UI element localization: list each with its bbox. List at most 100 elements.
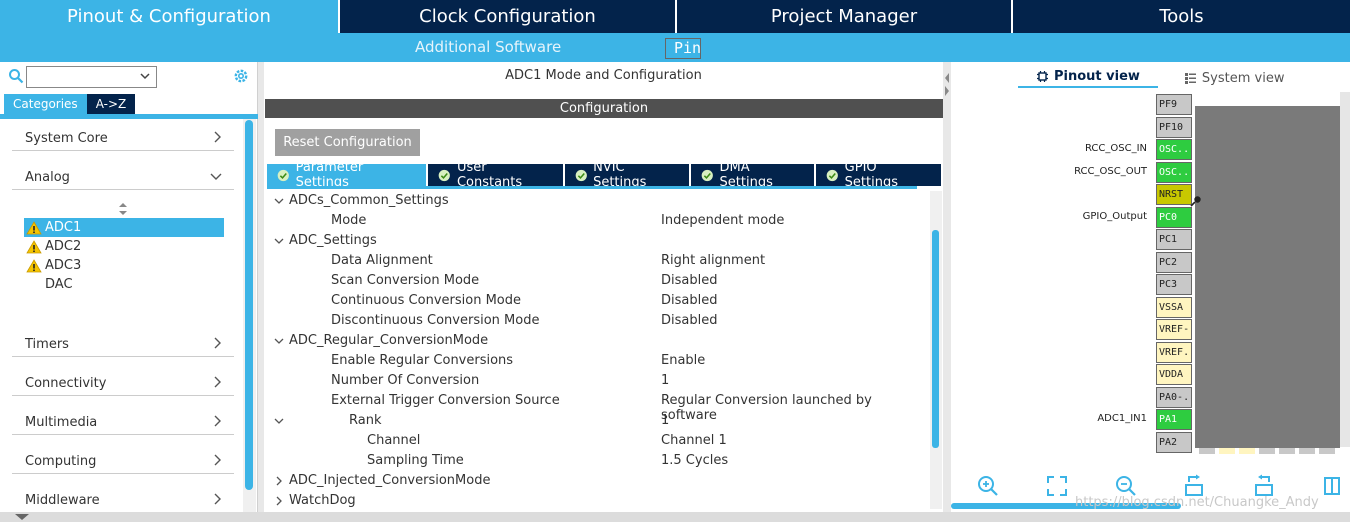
analog-item-dac[interactable]: DAC (24, 275, 224, 294)
parameter-row[interactable]: ADC_Regular_ConversionMode (264, 331, 929, 351)
pin-signal-label: RCC_OSC_OUT (1074, 165, 1147, 177)
category-middleware[interactable]: Middleware (12, 487, 234, 513)
parameter-row[interactable]: Mode Independent mode (264, 211, 929, 231)
pin-vref[interactable]: VREF- (1156, 319, 1192, 340)
collapse-down-icon[interactable] (14, 513, 30, 521)
search-input[interactable] (26, 66, 157, 88)
parameter-row[interactable]: Scan Conversion Mode Disabled (264, 271, 929, 291)
pin-pa0[interactable]: PA0-... (1156, 386, 1192, 408)
collapse-right-icon[interactable] (944, 85, 950, 97)
category-multimedia[interactable]: Multimedia (12, 409, 234, 435)
chevron-down-icon[interactable] (274, 236, 284, 246)
parameter-value[interactable]: Channel 1 (661, 433, 727, 448)
parameter-row[interactable]: Channel Channel 1 (264, 431, 929, 451)
parameter-value[interactable]: Right alignment (661, 253, 765, 268)
parameter-value[interactable]: Enable (661, 353, 705, 368)
tab-parameter-settings[interactable]: Parameter Settings (267, 160, 427, 190)
tab-gpio-settings[interactable]: GPIO Settings (816, 160, 942, 190)
tab-clock-configuration[interactable]: Clock Configuration (340, 0, 677, 33)
tab-pinout-view[interactable]: Pinout view (1018, 68, 1158, 88)
pin-pc2[interactable]: PC2 (1156, 251, 1192, 273)
pin-osc[interactable]: OSC... (1156, 161, 1192, 183)
parameter-row[interactable]: ADCs_Common_Settings (264, 191, 929, 211)
parameter-row[interactable]: ADC_Injected_ConversionMode (264, 471, 929, 491)
category-analog[interactable]: Analog (12, 164, 234, 190)
parameter-row[interactable]: Sampling Time 1.5 Cycles (264, 451, 929, 471)
chevron-right-icon[interactable] (274, 496, 284, 506)
parameter-value[interactable]: Independent mode (661, 213, 784, 228)
analog-item-adc1[interactable]: ADC1 (24, 218, 224, 237)
pin-pc3[interactable]: PC3 (1156, 274, 1192, 295)
additional-software-link[interactable]: Additional Software (415, 38, 561, 56)
reset-configuration-button[interactable]: Reset Configuration (275, 129, 420, 156)
parameter-row[interactable]: Number Of Conversion 1 (264, 371, 929, 391)
tab-a-z[interactable]: A->Z (86, 94, 136, 114)
pin-pf10[interactable]: PF10 (1156, 116, 1192, 138)
right-splitter[interactable] (943, 62, 951, 512)
chevron-right-icon[interactable] (274, 476, 284, 486)
parameter-key: ADC_Regular_ConversionMode (289, 333, 489, 348)
sort-icon[interactable] (118, 202, 128, 216)
analog-item-adc2[interactable]: ADC2 (24, 237, 224, 256)
category-connectivity[interactable]: Connectivity (12, 370, 234, 396)
split-view-icon[interactable] (1321, 474, 1341, 498)
bottom-pins-strip (1199, 448, 1335, 454)
parameter-row[interactable]: Discontinuous Conversion Mode Disabled (264, 311, 929, 331)
category-computing[interactable]: Computing (12, 448, 234, 474)
category-timers[interactable]: Timers (12, 331, 234, 357)
parameter-key: External Trigger Conversion Source (331, 393, 560, 408)
mcu-chip-body[interactable] (1195, 106, 1340, 448)
pin-pf9[interactable]: PF9 (1156, 94, 1192, 115)
parameter-value[interactable]: Disabled (661, 293, 717, 308)
parameter-value[interactable]: Disabled (661, 313, 717, 328)
chevron-down-icon[interactable] (274, 196, 284, 206)
parameter-row[interactable]: ADC_Settings (264, 231, 929, 251)
tab-categories[interactable]: Categories (4, 94, 87, 114)
tab-project-manager[interactable]: Project Manager (677, 0, 1013, 33)
parameter-row[interactable]: External Trigger Conversion Source Regula… (264, 391, 929, 423)
parameter-value[interactable]: Disabled (661, 273, 717, 288)
pin-nrst[interactable]: NRST (1156, 184, 1192, 205)
parameter-value[interactable]: 1.5 Cycles (661, 453, 728, 468)
tab-nvic-settings[interactable]: NVIC Settings (564, 160, 689, 190)
fit-screen-icon[interactable] (1045, 474, 1069, 498)
pinout-scrollbar[interactable] (1340, 92, 1350, 447)
pin-osc[interactable]: OSC... (1156, 139, 1192, 160)
parameter-key: Data Alignment (331, 253, 433, 268)
parameter-row[interactable]: Continuous Conversion Mode Disabled (264, 291, 929, 311)
parameter-row[interactable]: Enable Regular Conversions Enable (264, 351, 929, 371)
pin-pc1[interactable]: PC1 (1156, 229, 1192, 250)
parameter-value[interactable]: 1 (661, 413, 669, 428)
collapse-left-icon[interactable] (944, 72, 950, 84)
chevron-down-icon[interactable] (274, 336, 284, 346)
parameter-row[interactable]: Rank 1 (264, 411, 929, 431)
parameter-key: Scan Conversion Mode (331, 273, 480, 288)
parameter-scrollbar-thumb[interactable] (932, 230, 939, 448)
pin-vssa[interactable]: VSSA (1156, 296, 1192, 318)
pin-pa2[interactable]: PA2 (1156, 431, 1192, 453)
pinout-menu[interactable]: Pinout (665, 38, 701, 59)
parameter-value[interactable]: 1 (661, 373, 669, 388)
gear-icon[interactable] (232, 67, 250, 85)
analog-item-adc3[interactable]: ADC3 (24, 256, 224, 275)
tab-pinout-configuration[interactable]: Pinout & Configuration (0, 0, 340, 33)
pin-vdda[interactable]: VDDA (1156, 364, 1192, 385)
stm32cubemx-window: Pinout & Configuration Clock Configurati… (0, 0, 1350, 522)
pin-vref[interactable]: VREF... (1156, 341, 1192, 363)
pin-pc0[interactable]: PC0 (1156, 206, 1192, 228)
parameter-row[interactable]: WatchDog (264, 491, 929, 509)
parameter-row[interactable]: Data Alignment Right alignment (264, 251, 929, 271)
zoom-in-icon[interactable] (976, 474, 1000, 498)
category-system-core[interactable]: System Core (12, 125, 234, 151)
tab-system-view[interactable]: System view (1184, 68, 1284, 88)
categories-scrollbar-thumb[interactable] (245, 120, 253, 490)
chevron-down-icon[interactable] (274, 416, 284, 426)
tab-dma-settings[interactable]: DMA Settings (691, 160, 815, 190)
chevron-right-icon (214, 337, 221, 349)
tab-tools[interactable]: Tools (1013, 0, 1350, 33)
warning-icon (26, 258, 42, 272)
pin-pa1[interactable]: PA1 (1156, 409, 1192, 430)
tab-user-constants[interactable]: User Constants (428, 160, 563, 190)
chevron-down-icon[interactable] (139, 70, 151, 82)
pin-signal-label: GPIO_Output (1082, 210, 1147, 222)
